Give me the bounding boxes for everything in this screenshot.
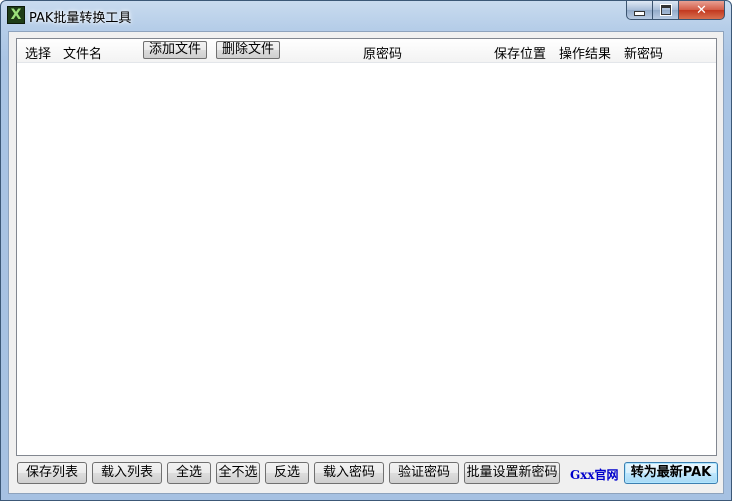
close-button[interactable]: ✕	[679, 1, 725, 20]
caption-buttons: ✕	[626, 1, 725, 21]
minimize-icon	[634, 10, 645, 16]
select-all-button[interactable]: 全选	[167, 462, 211, 484]
title-bar[interactable]: X PAK批量转换工具 ✕	[1, 1, 731, 31]
batch-set-new-password-button[interactable]: 批量设置新密码	[464, 462, 560, 484]
official-site-link[interactable]: Gxx官网	[570, 466, 619, 483]
bottom-toolbar: 保存列表 载入列表 全选 全不选 反选 载入密码 验证密码 批量设置新密码 Gx…	[9, 32, 723, 493]
select-none-button[interactable]: 全不选	[216, 462, 260, 484]
maximize-icon	[659, 4, 672, 16]
save-list-button[interactable]: 保存列表	[17, 462, 87, 484]
app-window: X PAK批量转换工具 ✕ 选择 文件名 添加文件 删除文件 原密码 保存位置 …	[0, 0, 732, 501]
client-area: 选择 文件名 添加文件 删除文件 原密码 保存位置 操作结果 新密码 保存列表 …	[8, 31, 724, 494]
convert-to-latest-pak-button[interactable]: 转为最新PAK	[624, 462, 718, 484]
app-logo-icon: X	[7, 6, 25, 24]
close-icon: ✕	[696, 2, 707, 18]
minimize-button[interactable]	[626, 1, 653, 20]
load-list-button[interactable]: 载入列表	[92, 462, 162, 484]
window-title: PAK批量转换工具	[29, 11, 132, 26]
load-password-button[interactable]: 载入密码	[314, 462, 384, 484]
maximize-button[interactable]	[653, 1, 679, 20]
invert-selection-button[interactable]: 反选	[265, 462, 309, 484]
verify-password-button[interactable]: 验证密码	[389, 462, 459, 484]
